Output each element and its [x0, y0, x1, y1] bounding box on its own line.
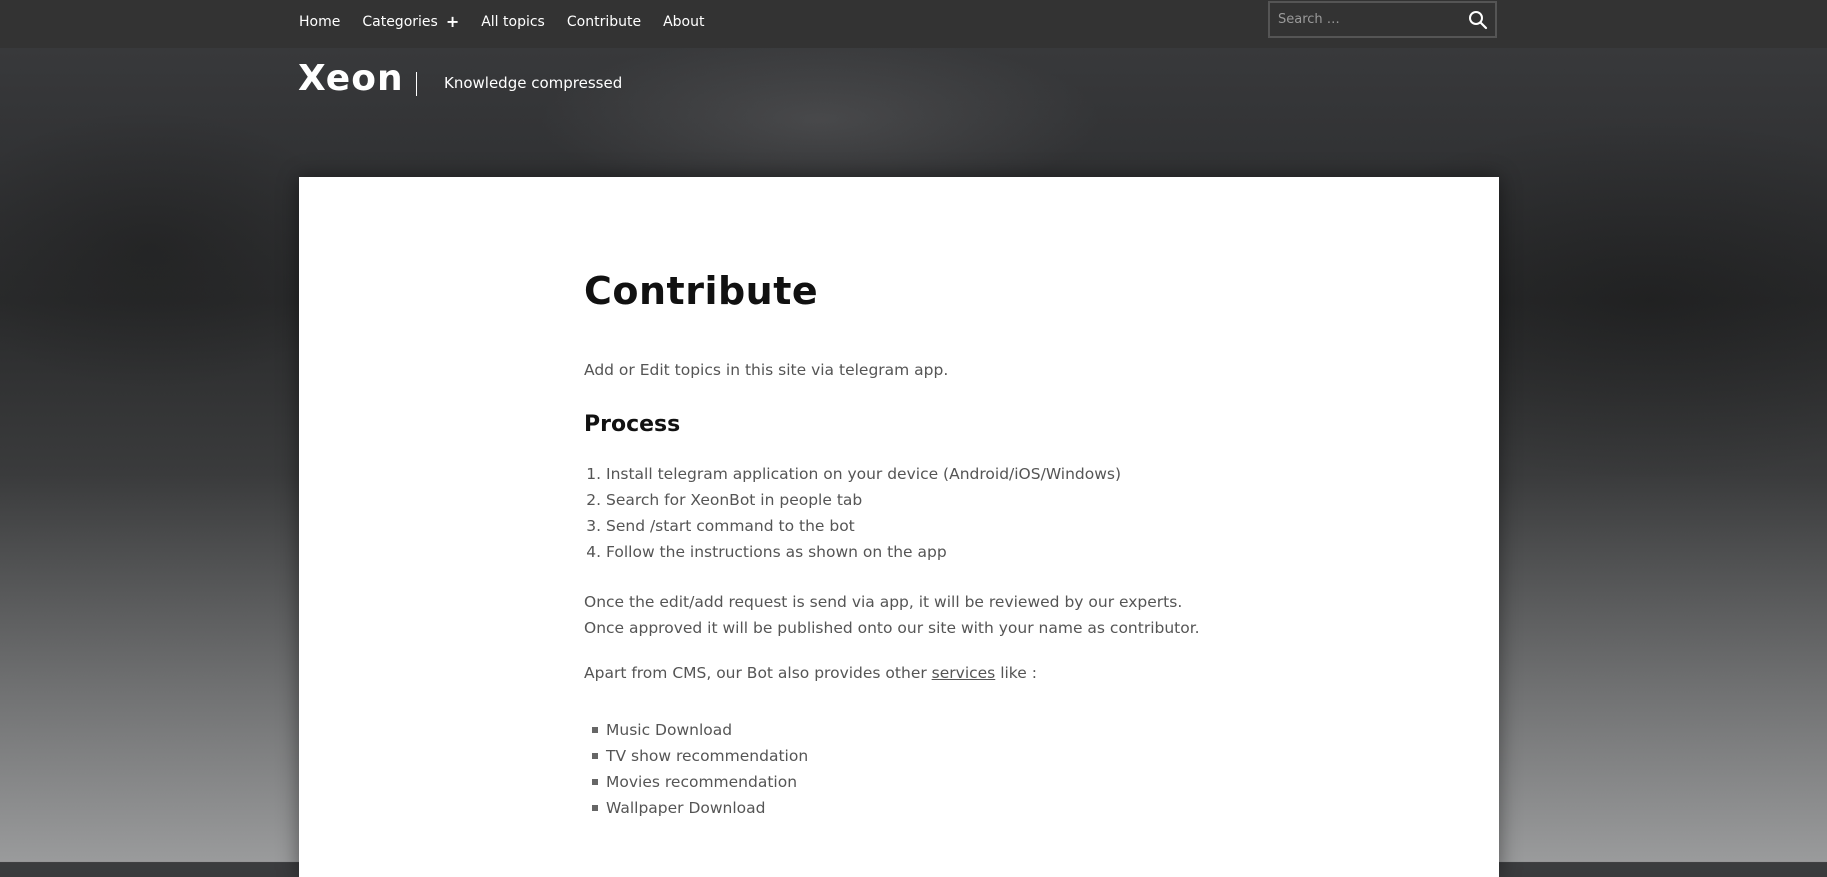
services-paragraph: Apart from CMS, our Bot also provides ot… — [584, 664, 1037, 682]
nav-all-topics[interactable]: All topics — [481, 14, 545, 30]
nav-categories[interactable]: Categories + — [362, 14, 459, 31]
review-paragraph: Once the edit/add request is send via ap… — [584, 593, 1200, 637]
search-input[interactable] — [1270, 2, 1461, 37]
process-step: Send /start command to the bot — [606, 513, 1121, 539]
service-item: Movies recommendation — [591, 769, 808, 795]
service-item: TV show recommendation — [591, 743, 808, 769]
process-step: Install telegram application on your dev… — [606, 461, 1121, 487]
search-icon[interactable] — [1461, 3, 1495, 36]
main-menu: Home Categories + All topics Contribute … — [299, 0, 726, 44]
process-steps-list: Install telegram application on your dev… — [584, 461, 1121, 565]
service-item: Wallpaper Download — [591, 795, 808, 821]
process-step: Follow the instructions as shown on the … — [606, 539, 1121, 565]
content-card: Contribute Add or Edit topics in this si… — [299, 177, 1499, 877]
service-item: Music Download — [591, 717, 808, 743]
nav-home[interactable]: Home — [299, 14, 340, 30]
search-form — [1268, 1, 1497, 38]
nav-about[interactable]: About — [663, 14, 704, 30]
intro-paragraph: Add or Edit topics in this site via tele… — [584, 361, 949, 379]
services-paragraph-suffix: like : — [995, 664, 1037, 682]
nav-categories-label: Categories — [362, 14, 438, 30]
process-step: Search for XeonBot in people tab — [606, 487, 1121, 513]
services-paragraph-prefix: Apart from CMS, our Bot also provides ot… — [584, 664, 932, 682]
site-tagline: Knowledge compressed — [444, 74, 623, 92]
title-divider — [416, 72, 417, 96]
top-navigation-bar: Home Categories + All topics Contribute … — [0, 0, 1827, 48]
plus-icon[interactable]: + — [446, 14, 459, 30]
page-title: Contribute — [584, 269, 819, 313]
services-link[interactable]: services — [932, 664, 996, 682]
process-heading: Process — [584, 412, 681, 437]
nav-contribute[interactable]: Contribute — [567, 14, 641, 30]
services-list: Music Download TV show recommendation Mo… — [584, 717, 808, 821]
site-title[interactable]: Xeon — [298, 58, 404, 99]
